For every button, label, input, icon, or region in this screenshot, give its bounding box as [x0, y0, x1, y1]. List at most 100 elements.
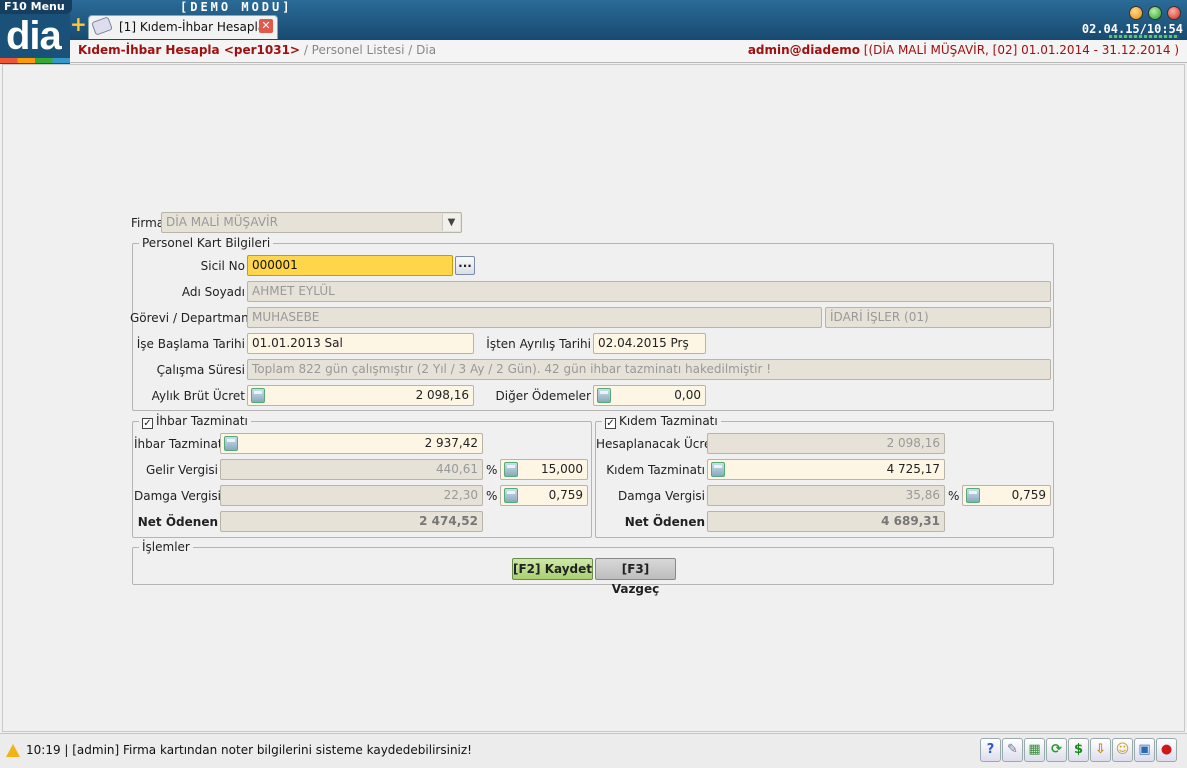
kidem-damga-rate-value: 0,759 — [1011, 488, 1046, 502]
ucret-field: 2 098,16 — [707, 433, 945, 454]
smiley-icon[interactable]: ☺ — [1112, 738, 1133, 762]
gorev-field: MUHASEBE — [247, 307, 822, 328]
refresh-icon[interactable]: ⟳ — [1046, 738, 1067, 762]
ihbar-damga-field: 22,30 — [220, 485, 483, 506]
ihbar-title-text: İhbar Tazminatı — [156, 414, 248, 428]
firma-label: Firma — [131, 216, 165, 230]
diger-label: Diğer Ödemeler — [495, 389, 592, 403]
breadcrumb-current: Kıdem-İhbar Hesapla <per1031> — [78, 43, 300, 57]
help-icon[interactable]: ? — [980, 738, 1001, 762]
clock: 02.04.15/10:54 — [1081, 22, 1183, 36]
tab-label: [1] Kıdem-İhbar Hesapla — [119, 20, 266, 34]
sicil-input[interactable]: 000001 — [247, 255, 453, 276]
clock-indicator — [1109, 35, 1179, 38]
adi-label: Adı Soyadı — [181, 285, 245, 299]
maximize-icon[interactable] — [1148, 6, 1162, 20]
gelir-field: 440,61 — [220, 459, 483, 480]
user-context: admin@diademo [(DİA MALİ MÜŞAVİR, [02] 0… — [748, 43, 1179, 57]
gelir-rate-input[interactable]: 15,000 — [500, 459, 588, 480]
stop-icon[interactable]: ● — [1156, 738, 1177, 762]
percent-label: % — [948, 489, 960, 503]
kidem-damga-field: 35,86 — [707, 485, 945, 506]
ihbar-damga-rate-value: 0,759 — [548, 488, 583, 502]
close-window-icon[interactable] — [1167, 6, 1181, 20]
islemler-title: İşlemler — [139, 540, 193, 554]
gorev-label: Görevi / Departmanı — [130, 311, 253, 325]
percent-label: % — [486, 463, 498, 477]
f10-menu-button[interactable]: F10 Menu — [0, 0, 72, 14]
window-controls — [1124, 6, 1181, 23]
kidem-checkbox[interactable]: ✓ — [605, 418, 616, 429]
brut-value: 2 098,16 — [415, 388, 469, 402]
warning-icon — [6, 744, 20, 757]
dia-logo: dia — [0, 14, 70, 64]
brut-label: Aylık Brüt Ücret — [151, 389, 245, 403]
gelir-rate-value: 15,000 — [541, 462, 583, 476]
new-tab-plus-icon[interactable]: + — [70, 14, 87, 34]
calculator-icon[interactable] — [711, 462, 725, 477]
kidem-net-field: 4 689,31 — [707, 511, 945, 532]
kidem-tazminat-input[interactable]: 4 725,17 — [707, 459, 945, 480]
ihbar-tazminat-label: İhbar Tazminatı — [134, 437, 226, 451]
kidem-damga-rate-input[interactable]: 0,759 — [962, 485, 1051, 506]
gelir-label: Gelir Vergisi — [145, 463, 218, 477]
sicil-lookup-button[interactable]: ... — [455, 256, 475, 275]
brut-input[interactable]: 2 098,16 — [247, 385, 474, 406]
cancel-button[interactable]: [F3] Vazgeç — [595, 558, 676, 596]
personel-group-title: Personel Kart Bilgileri — [139, 236, 274, 250]
baslama-date-input[interactable]: 01.01.2013 Sal — [247, 333, 474, 354]
breadcrumb: Kıdem-İhbar Hesapla <per1031> / Personel… — [70, 40, 1187, 63]
calculator-icon[interactable] — [597, 388, 611, 403]
ihbar-tazminat-input[interactable]: 2 937,42 — [220, 433, 483, 454]
calisma-field: Toplam 822 gün çalışmıştır (2 Yıl / 3 Ay… — [247, 359, 1051, 380]
diger-value: 0,00 — [674, 388, 701, 402]
kidem-damga-label: Damga Vergisi — [618, 489, 705, 503]
ihbar-damga-rate-input[interactable]: 0,759 — [500, 485, 588, 506]
calculator-icon[interactable] — [251, 388, 265, 403]
minimize-icon[interactable] — [1129, 6, 1143, 20]
chevron-down-icon[interactable]: ▼ — [442, 214, 460, 231]
tab-kidem-ihbar[interactable]: [1] Kıdem-İhbar Hesapla ✕ — [88, 15, 278, 39]
user-name: admin@diademo — [747, 43, 860, 57]
ayrilis-date-input[interactable]: 02.04.2015 Prş — [593, 333, 706, 354]
logo-stripe — [0, 58, 70, 63]
save-button[interactable]: [F2] Kaydet — [512, 558, 593, 580]
ihbar-group-title[interactable]: ✓ İhbar Tazminatı — [139, 414, 251, 429]
lock-icon[interactable]: ▣ — [1134, 738, 1155, 762]
ayrilis-label: İşten Ayrılış Tarihi — [486, 337, 591, 351]
tray-toolbar: ? ✎ ▦ ⟳ $ ⇩ ☺ ▣ ● — [979, 738, 1177, 762]
departman-field: İDARİ İŞLER (01) — [825, 307, 1051, 328]
islemler-group: İşlemler — [132, 540, 1054, 585]
calisma-label: Çalışma Süresi — [156, 363, 245, 377]
calculator-icon[interactable] — [224, 436, 238, 451]
status-bar: 10:19 | [admin] Firma kartından noter bi… — [0, 733, 1187, 768]
kidem-group-title[interactable]: ✓ Kıdem Tazminatı — [602, 414, 721, 429]
firma-value: DİA MALİ MÜŞAVİR — [166, 215, 278, 229]
ihbar-net-field: 2 474,52 — [220, 511, 483, 532]
calculator-icon[interactable]: ▦ — [1024, 738, 1045, 762]
baslama-label: İşe Başlama Tarihi — [136, 337, 245, 351]
ihbar-damga-label: Damga Vergisi — [134, 489, 221, 503]
wrench-icon[interactable]: ✎ — [1002, 738, 1023, 762]
company-period: [(DİA MALİ MÜŞAVİR, [02] 01.01.2014 - 31… — [863, 43, 1179, 57]
ucret-label: Hesaplanacak Ücret — [596, 437, 717, 451]
ihbar-checkbox[interactable]: ✓ — [142, 418, 153, 429]
calculator-icon[interactable] — [966, 488, 980, 503]
calculator-icon[interactable] — [504, 462, 518, 477]
firma-select[interactable]: DİA MALİ MÜŞAVİR ▼ — [161, 212, 462, 233]
breadcrumb-trail[interactable]: / Personel Listesi / Dia — [304, 43, 436, 57]
ihbar-net-label: Net Ödenen — [137, 515, 218, 529]
kidem-net-label: Net Ödenen — [624, 515, 705, 529]
kidem-tazminat-value: 4 725,17 — [886, 462, 940, 476]
calculator-icon[interactable] — [504, 488, 518, 503]
diger-input[interactable]: 0,00 — [593, 385, 706, 406]
adi-field: AHMET EYLÜL — [247, 281, 1051, 302]
percent-label: % — [486, 489, 498, 503]
demo-mode-label: [DEMO MODU] — [180, 0, 293, 14]
dollar-icon[interactable]: $ — [1068, 738, 1089, 762]
kidem-title-text: Kıdem Tazminatı — [619, 414, 718, 428]
close-tab-icon[interactable]: ✕ — [259, 19, 273, 33]
sicil-label: Sicil No — [200, 259, 245, 273]
status-message: 10:19 | [admin] Firma kartından noter bi… — [26, 743, 472, 757]
download-icon[interactable]: ⇩ — [1090, 738, 1111, 762]
